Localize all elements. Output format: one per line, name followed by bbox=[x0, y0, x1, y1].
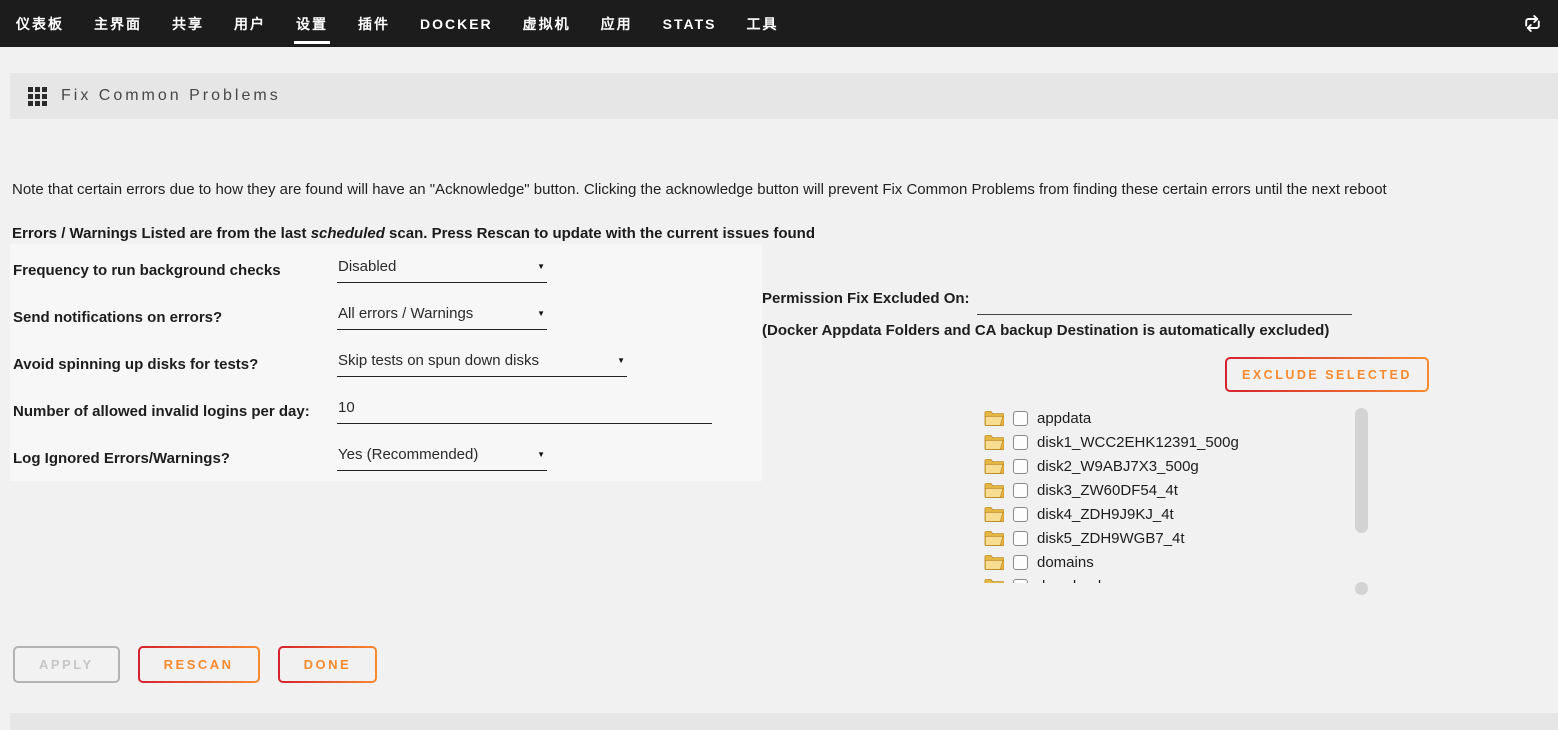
form-value: Yes (Recommended) bbox=[338, 446, 478, 463]
scheduled-scan-note: Errors / Warnings Listed are from the la… bbox=[12, 225, 815, 242]
folder-checkbox[interactable] bbox=[1013, 507, 1028, 522]
next-section-bar bbox=[10, 713, 1558, 730]
chevron-down-icon: ▼ bbox=[537, 450, 545, 459]
section-header: Fix Common Problems bbox=[10, 73, 1558, 119]
folder-icon bbox=[984, 434, 1004, 450]
folder-icon bbox=[984, 530, 1004, 546]
permission-fix-note: (Docker Appdata Folders and CA backup De… bbox=[762, 322, 1329, 339]
form-select[interactable]: Skip tests on spun down disks ▼ bbox=[337, 352, 627, 377]
form-select[interactable]: All errors / Warnings ▼ bbox=[337, 305, 547, 330]
folder-icon bbox=[984, 506, 1004, 522]
form-text-input[interactable]: 10 bbox=[337, 399, 712, 424]
folder-row: disk3_ZW60DF54_4t bbox=[984, 478, 1344, 502]
permission-fix-label: Permission Fix Excluded On: bbox=[762, 290, 970, 307]
form-row-label: Send notifications on errors? bbox=[10, 309, 337, 326]
exclude-selected-button[interactable]: EXCLUDE SELECTED bbox=[1225, 357, 1429, 392]
folder-name: disk5_ZDH9WGB7_4t bbox=[1037, 530, 1185, 547]
folder-row: domains bbox=[984, 550, 1344, 574]
folder-icon bbox=[984, 554, 1004, 570]
nav-item-3[interactable]: 用户 bbox=[234, 14, 266, 34]
folder-name: disk2_W9ABJ7X3_500g bbox=[1037, 458, 1199, 475]
folder-icon bbox=[984, 410, 1004, 426]
folder-list-scrollbar-dot[interactable] bbox=[1355, 582, 1368, 595]
form-row-label: Number of allowed invalid logins per day… bbox=[10, 403, 337, 420]
nav-item-0[interactable]: 仪表板 bbox=[16, 14, 64, 34]
form-row: Log Ignored Errors/Warnings?Yes (Recomme… bbox=[10, 435, 762, 482]
nav-item-2[interactable]: 共享 bbox=[172, 14, 204, 34]
folder-name: disk1_WCC2EHK12391_500g bbox=[1037, 434, 1239, 451]
nav-item-10[interactable]: 工具 bbox=[746, 14, 778, 34]
folder-checkbox[interactable] bbox=[1013, 459, 1028, 474]
chevron-down-icon: ▼ bbox=[537, 262, 545, 271]
acknowledge-note: Note that certain errors due to how they… bbox=[12, 181, 1387, 198]
nav-item-9[interactable]: STATS bbox=[663, 16, 717, 32]
form-value: Skip tests on spun down disks bbox=[338, 352, 539, 369]
nav-item-1[interactable]: 主界面 bbox=[94, 14, 142, 34]
chevron-down-icon: ▼ bbox=[617, 356, 625, 365]
chevron-down-icon: ▼ bbox=[537, 309, 545, 318]
folder-icon bbox=[984, 482, 1004, 498]
permission-fix-input[interactable] bbox=[977, 291, 1352, 315]
settings-form: Frequency to run background checksDisabl… bbox=[10, 244, 762, 481]
form-row: Send notifications on errors?All errors … bbox=[10, 294, 762, 341]
form-row-label: Frequency to run background checks bbox=[10, 262, 337, 279]
folder-row: disk1_WCC2EHK12391_500g bbox=[984, 430, 1344, 454]
form-select[interactable]: Disabled ▼ bbox=[337, 258, 547, 283]
nav-item-7[interactable]: 虚拟机 bbox=[523, 14, 571, 34]
folder-name: disk4_ZDH9J9KJ_4t bbox=[1037, 506, 1174, 523]
action-buttons: APPLY RESCAN DONE bbox=[13, 646, 377, 683]
done-button[interactable]: DONE bbox=[278, 646, 378, 683]
form-row: Avoid spinning up disks for tests?Skip t… bbox=[10, 341, 762, 388]
nav-item-6[interactable]: DOCKER bbox=[420, 16, 493, 32]
folder-name: domains bbox=[1037, 554, 1094, 571]
folder-icon bbox=[984, 578, 1004, 583]
grid-icon bbox=[28, 87, 47, 106]
rescan-button[interactable]: RESCAN bbox=[138, 646, 260, 683]
folder-checkbox[interactable] bbox=[1013, 531, 1028, 546]
folder-icon bbox=[984, 458, 1004, 474]
form-value: 10 bbox=[338, 399, 355, 416]
nav-item-4[interactable]: 设置 bbox=[296, 14, 328, 34]
nav-item-5[interactable]: 插件 bbox=[358, 14, 390, 34]
folder-row: downloads bbox=[984, 574, 1344, 583]
folder-checkbox[interactable] bbox=[1013, 555, 1028, 570]
folder-list-scrollbar-thumb[interactable] bbox=[1355, 408, 1368, 533]
page-title: Fix Common Problems bbox=[61, 87, 281, 105]
form-value: All errors / Warnings bbox=[338, 305, 473, 322]
folder-row: appdata bbox=[984, 406, 1344, 430]
folder-name: appdata bbox=[1037, 410, 1091, 427]
form-row: Frequency to run background checksDisabl… bbox=[10, 247, 762, 294]
form-row-label: Avoid spinning up disks for tests? bbox=[10, 356, 337, 373]
top-navbar: 仪表板 主界面 共享 用户 设置 插件 DOCKER 虚拟机 应用 STATS 工具 bbox=[0, 0, 1558, 47]
folder-checkbox[interactable] bbox=[1013, 411, 1028, 426]
form-row-label: Log Ignored Errors/Warnings? bbox=[10, 450, 337, 467]
folder-checkbox[interactable] bbox=[1013, 435, 1028, 450]
nav-item-8[interactable]: 应用 bbox=[601, 14, 633, 34]
folder-row: disk2_W9ABJ7X3_500g bbox=[984, 454, 1344, 478]
refresh-icon[interactable] bbox=[1523, 14, 1542, 33]
apply-button[interactable]: APPLY bbox=[13, 646, 120, 683]
folder-row: disk4_ZDH9J9KJ_4t bbox=[984, 502, 1344, 526]
folder-row: disk5_ZDH9WGB7_4t bbox=[984, 526, 1344, 550]
form-value: Disabled bbox=[338, 258, 396, 275]
folder-checkbox[interactable] bbox=[1013, 483, 1028, 498]
form-row: Number of allowed invalid logins per day… bbox=[10, 388, 762, 435]
folder-checkbox[interactable] bbox=[1013, 579, 1028, 584]
form-select[interactable]: Yes (Recommended) ▼ bbox=[337, 446, 547, 471]
folder-list: appdata disk1_WCC2EHK12391_500g disk2_W9AB… bbox=[984, 406, 1344, 583]
folder-name: disk3_ZW60DF54_4t bbox=[1037, 482, 1178, 499]
folder-name: downloads bbox=[1037, 578, 1109, 584]
